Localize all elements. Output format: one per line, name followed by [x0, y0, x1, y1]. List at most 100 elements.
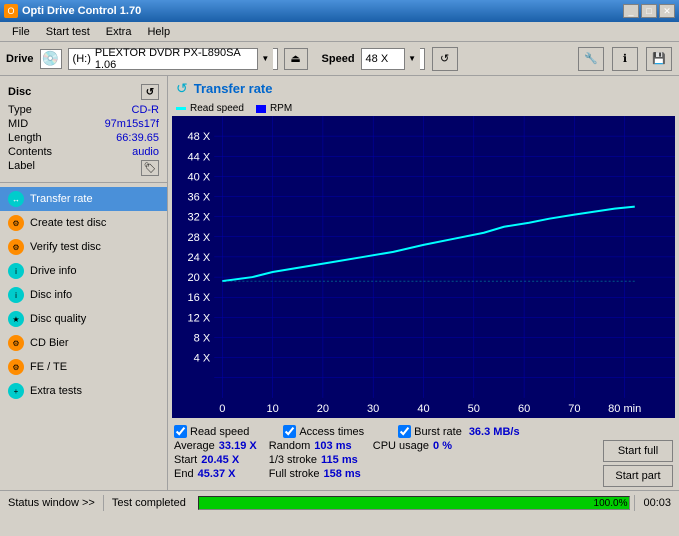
legend-read-speed: Read speed: [176, 103, 244, 114]
disc-refresh-button[interactable]: ↺: [141, 84, 159, 100]
disc-mid-value: 97m15s17f: [105, 118, 159, 130]
toolbar: Drive 💿 (H:) PLEXTOR DVDR PX-L890SA 1.06…: [0, 42, 679, 76]
window-title: Opti Drive Control 1.70: [22, 5, 141, 17]
menu-bar: File Start test Extra Help: [0, 22, 679, 42]
svg-text:28 X: 28 X: [188, 232, 211, 244]
fe-te-icon: ⚙: [8, 359, 24, 375]
menu-start-test[interactable]: Start test: [38, 24, 98, 40]
svg-text:4 X: 4 X: [194, 353, 211, 365]
svg-text:30: 30: [367, 403, 379, 415]
stats-data-grid: Average 33.19 X Start 20.45 X End 45.37 …: [174, 440, 673, 487]
right-content: ↺ Transfer rate Read speed RPM: [168, 76, 679, 490]
disc-length-label: Length: [8, 132, 42, 144]
verify-test-disc-icon: ⚙: [8, 239, 24, 255]
access-times-checkbox[interactable]: [283, 425, 296, 438]
disc-length-row: Length 66:39.65: [8, 132, 159, 144]
svg-text:50: 50: [468, 403, 480, 415]
chart-refresh-icon: ↺: [176, 80, 188, 97]
speed-dropdown[interactable]: 48 X ▼: [361, 48, 425, 70]
disc-length-value: 66:39.65: [116, 132, 159, 144]
speed-dropdown-arrow[interactable]: ▼: [404, 48, 420, 70]
svg-text:32 X: 32 X: [188, 212, 211, 224]
extra-tests-icon: +: [8, 383, 24, 399]
status-window-button[interactable]: Status window >>: [0, 495, 104, 511]
burst-rate-checkbox[interactable]: [398, 425, 411, 438]
start-part-button[interactable]: Start part: [603, 465, 673, 487]
sidebar-item-disc-quality[interactable]: ★ Disc quality: [0, 307, 167, 331]
disc-section: Disc ↺ Type CD-R MID 97m15s17f Length 66…: [0, 80, 167, 183]
sidebar-item-fe-te[interactable]: ⚙ FE / TE: [0, 355, 167, 379]
menu-file[interactable]: File: [4, 24, 38, 40]
time-display: 00:03: [634, 495, 679, 511]
stats-column-1: Average 33.19 X Start 20.45 X End 45.37 …: [174, 440, 257, 487]
random-value: 103 ms: [314, 440, 351, 452]
progress-percent: 100.0%: [594, 497, 628, 511]
read-speed-checkbox-group: Read speed: [174, 425, 249, 438]
disc-label-icon[interactable]: 🏷: [141, 160, 159, 176]
svg-text:8 X: 8 X: [194, 332, 211, 344]
save-button[interactable]: 💾: [646, 47, 672, 71]
sidebar-item-cd-bier[interactable]: ⚙ CD Bier: [0, 331, 167, 355]
svg-text:36 X: 36 X: [188, 192, 211, 204]
stroke1-label: 1/3 stroke: [269, 454, 317, 466]
menu-extra[interactable]: Extra: [98, 24, 140, 40]
svg-text:20: 20: [317, 403, 329, 415]
svg-text:40: 40: [417, 403, 429, 415]
eject-button[interactable]: ⏏: [284, 48, 308, 70]
settings-button[interactable]: 🔧: [578, 47, 604, 71]
cpu-row: CPU usage 0 %: [373, 440, 452, 452]
sidebar-item-verify-test-disc[interactable]: ⚙ Verify test disc: [0, 235, 167, 259]
svg-text:48 X: 48 X: [188, 131, 211, 143]
stroke1-value: 115 ms: [321, 454, 358, 466]
menu-help[interactable]: Help: [139, 24, 178, 40]
end-label: End: [174, 468, 194, 480]
start-row: Start 20.45 X: [174, 454, 257, 466]
full-stroke-label: Full stroke: [269, 468, 320, 480]
drive-dropdown[interactable]: (H:) PLEXTOR DVDR PX-L890SA 1.06 ▼: [68, 48, 278, 70]
start-full-button[interactable]: Start full: [603, 440, 673, 462]
stroke1-row: 1/3 stroke 115 ms: [269, 454, 361, 466]
refresh-button[interactable]: ↺: [432, 47, 458, 71]
chart-legend: Read speed RPM: [168, 101, 679, 116]
drive-select-group: (H:) PLEXTOR DVDR PX-L890SA 1.06 ▼: [68, 48, 278, 70]
chart-area: 48 X 44 X 40 X 36 X 32 X 28 X 24 X 20 X …: [172, 116, 675, 418]
drive-dropdown-arrow[interactable]: ▼: [257, 48, 272, 70]
app-icon: O: [4, 4, 18, 18]
sidebar-item-create-test-disc[interactable]: ⚙ Create test disc: [0, 211, 167, 235]
disc-type-row: Type CD-R: [8, 104, 159, 116]
read-speed-checkbox[interactable]: [174, 425, 187, 438]
end-row: End 45.37 X: [174, 468, 257, 480]
svg-text:12 X: 12 X: [188, 312, 211, 324]
access-times-checkbox-group: Access times: [283, 425, 364, 438]
svg-text:16 X: 16 X: [188, 292, 211, 304]
burst-rate-value: 36.3 MB/s: [469, 426, 520, 438]
sidebar-item-disc-info[interactable]: i Disc info: [0, 283, 167, 307]
cpu-value: 0 %: [433, 440, 452, 452]
stats-buttons: Start full Start part: [603, 440, 673, 487]
chart-title: Transfer rate: [194, 81, 273, 96]
svg-text:20 X: 20 X: [188, 272, 211, 284]
create-test-disc-icon: ⚙: [8, 215, 24, 231]
minimize-button[interactable]: _: [623, 4, 639, 18]
disc-header-label: Disc: [8, 86, 31, 98]
end-value: 45.37 X: [198, 468, 236, 480]
sidebar-item-drive-info[interactable]: i Drive info: [0, 259, 167, 283]
test-completed-label: Test completed: [104, 495, 194, 511]
disc-mid-row: MID 97m15s17f: [8, 118, 159, 130]
disc-info-icon: i: [8, 287, 24, 303]
transfer-rate-chart: 48 X 44 X 40 X 36 X 32 X 28 X 24 X 20 X …: [172, 116, 675, 418]
full-stroke-row: Full stroke 158 ms: [269, 468, 361, 480]
sidebar-item-transfer-rate[interactable]: ↔ Transfer rate: [0, 187, 167, 211]
close-button[interactable]: ✕: [659, 4, 675, 18]
stats-checkboxes-row: Read speed Access times Burst rate 36.3 …: [174, 425, 673, 438]
start-value: 20.45 X: [201, 454, 239, 466]
full-stroke-value: 158 ms: [323, 468, 360, 480]
maximize-button[interactable]: □: [641, 4, 657, 18]
start-label: Start: [174, 454, 197, 466]
drive-label: Drive: [6, 53, 34, 65]
sidebar-item-extra-tests[interactable]: + Extra tests: [0, 379, 167, 403]
info-button[interactable]: ℹ: [612, 47, 638, 71]
svg-text:10: 10: [266, 403, 278, 415]
cd-bier-icon: ⚙: [8, 335, 24, 351]
transfer-rate-icon: ↔: [8, 191, 24, 207]
